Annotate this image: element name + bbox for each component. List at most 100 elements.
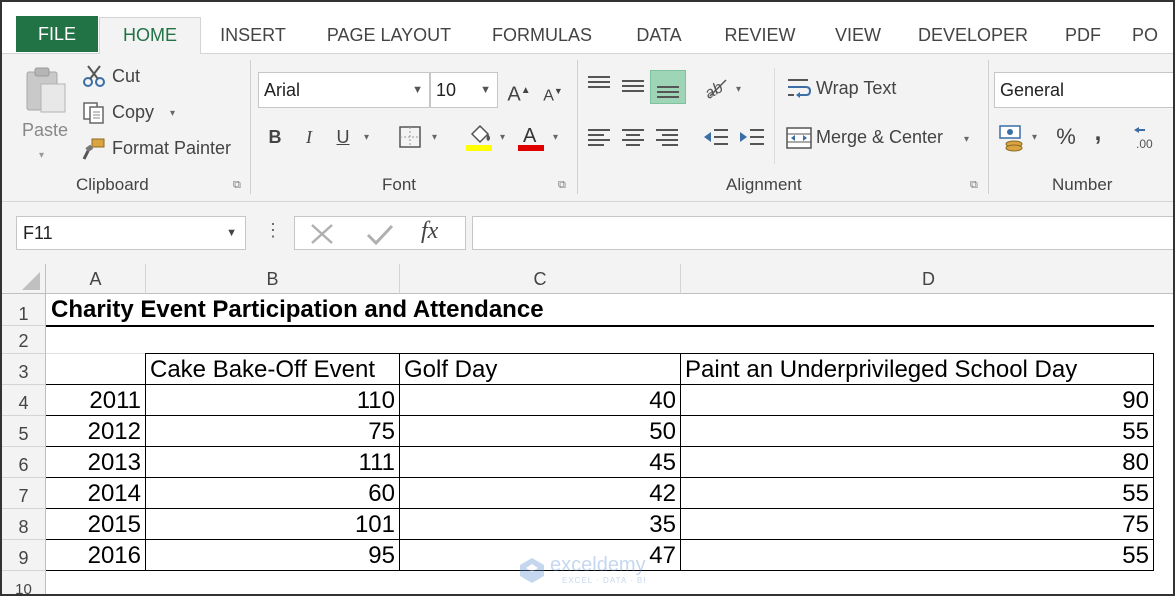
copy-dropdown-icon[interactable]: ▾ [170, 108, 175, 119]
tab-page-layout[interactable]: PAGE LAYOUT [316, 18, 462, 54]
tab-file[interactable]: FILE [16, 16, 98, 52]
underline-button[interactable]: U [328, 122, 358, 152]
insert-function-button[interactable]: fx [421, 218, 438, 245]
tab-insert[interactable]: INSERT [210, 18, 296, 54]
paste-dropdown-icon[interactable]: ▾ [39, 150, 44, 161]
row-header-6[interactable]: 6 [2, 447, 46, 478]
column-header-c[interactable]: C [400, 264, 681, 294]
year-cell[interactable]: 2016 [46, 541, 145, 570]
golf-value-cell[interactable]: 42 [400, 479, 680, 508]
year-cell[interactable]: 2015 [46, 510, 145, 539]
increase-indent-icon[interactable] [738, 126, 766, 153]
cancel-entry-icon[interactable] [309, 223, 335, 250]
align-right-icon[interactable] [654, 126, 680, 153]
tab-home[interactable]: HOME [99, 17, 201, 55]
font-color-dropdown-icon[interactable]: ▾ [553, 132, 558, 143]
decrease-font-size-button[interactable]: A▼ [538, 76, 568, 106]
row-header-5[interactable]: 5 [2, 416, 46, 447]
formula-bar-grip-icon[interactable]: ⋮ [264, 220, 282, 241]
format-painter-button[interactable]: Format Painter [112, 138, 231, 159]
format-painter-icon[interactable] [82, 137, 106, 166]
wrap-text-icon[interactable] [786, 76, 812, 105]
header-golf-day[interactable]: Golf Day [400, 355, 680, 384]
scissors-icon[interactable] [82, 64, 106, 93]
align-middle-icon[interactable] [620, 74, 646, 101]
tab-formulas[interactable]: FORMULAS [482, 18, 602, 54]
paste-label[interactable]: Paste [22, 120, 68, 141]
row-header-4[interactable]: 4 [2, 385, 46, 416]
clipboard-launcher-icon[interactable]: ⧉ [233, 180, 241, 191]
row-header-3[interactable]: 3 [2, 354, 46, 385]
formula-input[interactable] [472, 216, 1173, 250]
paste-icon[interactable] [24, 66, 68, 121]
tab-view[interactable]: VIEW [824, 18, 892, 54]
golf-value-cell[interactable]: 45 [400, 448, 680, 477]
column-header-a[interactable]: A [46, 264, 146, 294]
merge-dropdown-icon[interactable]: ▾ [964, 134, 969, 145]
tab-pdf[interactable]: PDF [1054, 18, 1112, 54]
tab-developer[interactable]: DEVELOPER [912, 18, 1034, 54]
worksheet-grid[interactable]: A B C D 1 2 3 4 5 6 7 8 9 10 Charity Eve… [2, 264, 1173, 594]
paint-value-cell[interactable]: 90 [681, 386, 1153, 415]
cake-value-cell[interactable]: 101 [146, 510, 399, 539]
wrap-text-button[interactable]: Wrap Text [816, 78, 896, 99]
borders-dropdown-icon[interactable]: ▾ [432, 132, 437, 143]
merge-center-button[interactable]: Merge & Center [816, 127, 943, 148]
row-header-7[interactable]: 7 [2, 478, 46, 509]
underline-dropdown-icon[interactable]: ▾ [364, 132, 369, 143]
row-header-1[interactable]: 1 [2, 294, 46, 326]
paint-value-cell[interactable]: 75 [681, 510, 1153, 539]
copy-button[interactable]: Copy [112, 102, 154, 123]
year-cell[interactable]: 2014 [46, 479, 145, 508]
cake-value-cell[interactable]: 75 [146, 417, 399, 446]
font-size-select[interactable]: 10 ▼ [430, 72, 498, 108]
row-header-2[interactable]: 2 [2, 326, 46, 354]
orientation-dropdown-icon[interactable]: ▾ [736, 84, 741, 95]
tab-review[interactable]: REVIEW [716, 18, 804, 54]
column-header-d[interactable]: D [681, 264, 1173, 294]
cake-value-cell[interactable]: 110 [146, 386, 399, 415]
column-header-b[interactable]: B [146, 264, 400, 294]
comma-style-button[interactable]: , [1083, 118, 1113, 148]
percent-style-button[interactable]: % [1051, 122, 1081, 152]
sheet-title-cell[interactable]: Charity Event Participation and Attendan… [51, 296, 544, 324]
cake-value-cell[interactable]: 111 [146, 448, 399, 477]
align-top-icon[interactable] [586, 74, 612, 101]
align-bottom-button[interactable] [650, 70, 686, 104]
golf-value-cell[interactable]: 40 [400, 386, 680, 415]
decrease-indent-icon[interactable] [702, 126, 730, 153]
year-cell[interactable]: 2012 [46, 417, 145, 446]
increase-font-size-button[interactable]: A▲ [504, 76, 534, 106]
font-color-icon[interactable]: A [518, 122, 546, 157]
tab-po[interactable]: PO [1132, 18, 1173, 54]
bold-button[interactable]: B [260, 122, 290, 152]
header-paint-school-day[interactable]: Paint an Underprivileged School Day [681, 355, 1153, 384]
paint-value-cell[interactable]: 55 [681, 479, 1153, 508]
font-name-select[interactable]: Arial ▼ [258, 72, 430, 108]
header-cake-bake-off[interactable]: Cake Bake-Off Event [146, 355, 399, 384]
select-all-corner[interactable] [2, 264, 46, 294]
orientation-icon[interactable]: ab [702, 74, 732, 105]
accounting-format-icon[interactable] [998, 122, 1028, 157]
font-launcher-icon[interactable]: ⧉ [558, 180, 566, 191]
align-left-icon[interactable] [586, 126, 612, 153]
row-header-8[interactable]: 8 [2, 509, 46, 540]
paint-value-cell[interactable]: 55 [681, 541, 1153, 570]
align-center-icon[interactable] [620, 126, 646, 153]
alignment-launcher-icon[interactable]: ⧉ [970, 180, 978, 191]
confirm-entry-icon[interactable] [365, 223, 395, 250]
golf-value-cell[interactable]: 35 [400, 510, 680, 539]
italic-button[interactable]: I [294, 122, 324, 152]
tab-data[interactable]: DATA [622, 18, 696, 54]
row-header-9[interactable]: 9 [2, 540, 46, 571]
borders-icon[interactable] [399, 126, 421, 153]
year-cell[interactable]: 2013 [46, 448, 145, 477]
merge-center-icon[interactable] [786, 126, 812, 155]
year-cell[interactable]: 2011 [46, 386, 145, 415]
fill-color-dropdown-icon[interactable]: ▾ [500, 132, 505, 143]
accounting-dropdown-icon[interactable]: ▾ [1032, 132, 1037, 143]
number-format-select[interactable]: General [994, 72, 1173, 108]
cake-value-cell[interactable]: 60 [146, 479, 399, 508]
cut-button[interactable]: Cut [112, 66, 140, 87]
fill-color-icon[interactable] [466, 122, 494, 157]
